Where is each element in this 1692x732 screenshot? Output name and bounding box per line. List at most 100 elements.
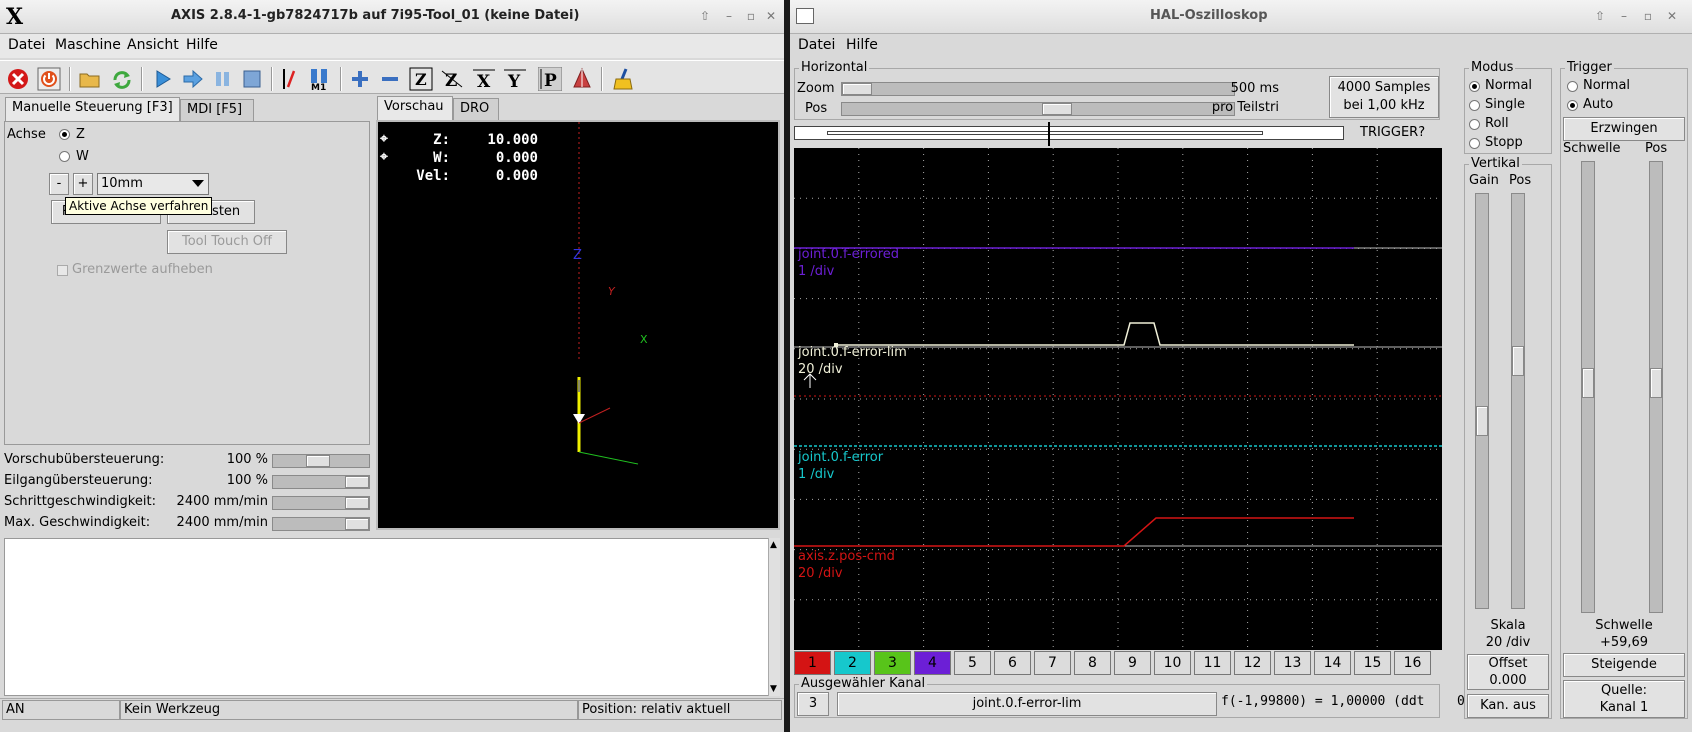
slider-knob[interactable]: [842, 83, 872, 95]
close-icon[interactable]: ✕: [1664, 8, 1680, 24]
menu-hilfe[interactable]: Hilfe: [186, 37, 218, 53]
channel-button-4[interactable]: 4: [914, 651, 951, 675]
tab-dro[interactable]: DRO: [453, 98, 499, 120]
selected-channel-num[interactable]: 3: [797, 692, 829, 716]
max-velocity-slider[interactable]: [272, 517, 370, 531]
channel-button-13[interactable]: 13: [1274, 651, 1311, 675]
channel-button-3[interactable]: 3: [874, 651, 911, 675]
maximize-icon[interactable]: ▫: [743, 8, 759, 24]
channel-button-10[interactable]: 10: [1154, 651, 1191, 675]
message-scrollbar[interactable]: ▲ ▼: [768, 538, 780, 696]
stop-icon[interactable]: [240, 67, 264, 91]
message-area[interactable]: [4, 538, 774, 696]
rotate-icon[interactable]: [570, 67, 594, 91]
view-z-icon[interactable]: Z: [409, 67, 433, 91]
jog-minus-button[interactable]: -: [49, 173, 69, 195]
slider-knob[interactable]: [345, 497, 369, 509]
menu-hilfe[interactable]: Hilfe: [846, 37, 878, 53]
trig-level-slider[interactable]: [1581, 161, 1595, 613]
trig-normal-radio[interactable]: [1567, 81, 1578, 92]
pause-icon[interactable]: [211, 67, 235, 91]
slider-knob[interactable]: [1042, 103, 1072, 115]
channel-button-8[interactable]: 8: [1074, 651, 1111, 675]
menu-datei[interactable]: Datei: [798, 37, 835, 53]
scroll-up-icon[interactable]: ▲: [770, 540, 777, 550]
channel-button-7[interactable]: 7: [1034, 651, 1071, 675]
view-z2-icon[interactable]: Z: [440, 67, 464, 91]
feed-override-slider[interactable]: [272, 454, 370, 468]
mode-roll-radio[interactable]: [1469, 119, 1480, 130]
channel-button-9[interactable]: 9: [1114, 651, 1151, 675]
scope-titlebar[interactable]: HAL-Oszilloskop ⇧ – ▫ ✕: [790, 0, 1692, 34]
offset-button[interactable]: Offset 0.000: [1467, 654, 1549, 690]
scope-display[interactable]: joint.0.f-errored 1 /div joint.0.f-error…: [794, 148, 1442, 650]
clear-icon[interactable]: [612, 67, 636, 91]
menu-ansicht[interactable]: Ansicht: [127, 37, 179, 53]
slider-knob[interactable]: [1512, 346, 1524, 376]
channel-off-button[interactable]: Kan. aus: [1467, 694, 1549, 718]
tab-manual[interactable]: Manuelle Steuerung [F3]: [5, 97, 180, 121]
run-icon[interactable]: [151, 67, 175, 91]
force-trigger-button[interactable]: Erzwingen: [1563, 117, 1685, 141]
channel-button-5[interactable]: 5: [954, 651, 991, 675]
slider-knob[interactable]: [306, 455, 330, 467]
channel-button-1[interactable]: 1: [794, 651, 831, 675]
pin-icon[interactable]: ⇧: [697, 8, 713, 24]
trig-pos-slider[interactable]: [1649, 161, 1663, 613]
increment-select[interactable]: 10mm: [97, 173, 209, 195]
rapid-override-slider[interactable]: [272, 475, 370, 489]
maximize-icon[interactable]: ▫: [1640, 8, 1656, 24]
minimize-icon[interactable]: –: [1616, 8, 1632, 24]
open-file-icon[interactable]: [78, 67, 102, 91]
gain-slider[interactable]: [1475, 193, 1489, 609]
estop-icon[interactable]: [6, 67, 30, 91]
menu-datei[interactable]: Datei: [8, 37, 45, 53]
slider-knob[interactable]: [345, 518, 369, 530]
edge-button[interactable]: Steigende: [1563, 653, 1685, 677]
zoom-in-icon[interactable]: [348, 67, 372, 91]
pin-icon[interactable]: ⇧: [1592, 8, 1608, 24]
channel-button-6[interactable]: 6: [994, 651, 1031, 675]
slider-knob[interactable]: [345, 476, 369, 488]
axis-w-radio[interactable]: [59, 151, 70, 162]
view-y-icon[interactable]: Y: [503, 67, 527, 91]
mode-normal-radio[interactable]: [1469, 81, 1480, 92]
zoom-slider[interactable]: [841, 82, 1235, 96]
trig-auto-radio[interactable]: [1567, 100, 1578, 111]
reload-icon[interactable]: [110, 67, 134, 91]
mode-single-radio[interactable]: [1469, 100, 1480, 111]
channel-button-14[interactable]: 14: [1314, 651, 1351, 675]
channel-button-11[interactable]: 11: [1194, 651, 1231, 675]
axis-titlebar[interactable]: X AXIS 2.8.4-1-gb7824717b auf 7i95-Tool_…: [0, 0, 784, 34]
channel-button-15[interactable]: 15: [1354, 651, 1391, 675]
selected-signal-name[interactable]: joint.0.f-error-lim: [837, 692, 1217, 716]
preview-canvas[interactable]: Z Y X ⌖ Z: 10.000 ⌖ W: 0.000 Vel: 0.000: [376, 120, 780, 530]
view-p-icon[interactable]: P: [538, 67, 562, 91]
vpos-slider[interactable]: [1511, 193, 1525, 609]
pos-slider[interactable]: [841, 102, 1235, 116]
axis-z-radio[interactable]: [59, 129, 70, 140]
tab-vorschau[interactable]: Vorschau: [377, 96, 453, 120]
slider-knob[interactable]: [1476, 406, 1488, 436]
source-button[interactable]: Quelle: Kanal 1: [1563, 680, 1685, 718]
channel-button-2[interactable]: 2: [834, 651, 871, 675]
zoom-out-icon[interactable]: [378, 67, 402, 91]
mdi-icon[interactable]: M1: [308, 67, 332, 91]
jog-plus-button[interactable]: +: [73, 173, 93, 195]
minimize-icon[interactable]: –: [721, 8, 737, 24]
step-icon[interactable]: [181, 67, 205, 91]
scroll-down-icon[interactable]: ▼: [770, 684, 777, 694]
touch-off-icon[interactable]: [280, 67, 304, 91]
mode-stopp-radio[interactable]: [1469, 138, 1480, 149]
close-icon[interactable]: ✕: [763, 8, 779, 24]
channel-button-12[interactable]: 12: [1234, 651, 1271, 675]
slider-knob[interactable]: [1582, 368, 1594, 398]
menu-maschine[interactable]: Maschine: [55, 37, 121, 53]
samples-button[interactable]: 4000 Samples bei 1,00 kHz: [1329, 76, 1439, 118]
power-icon[interactable]: [37, 67, 61, 91]
tab-mdi[interactable]: MDI [F5]: [180, 99, 254, 121]
channel-button-16[interactable]: 16: [1394, 651, 1431, 675]
slider-knob[interactable]: [1650, 368, 1662, 398]
jog-speed-slider[interactable]: [272, 496, 370, 510]
view-x-icon[interactable]: X: [472, 67, 496, 91]
